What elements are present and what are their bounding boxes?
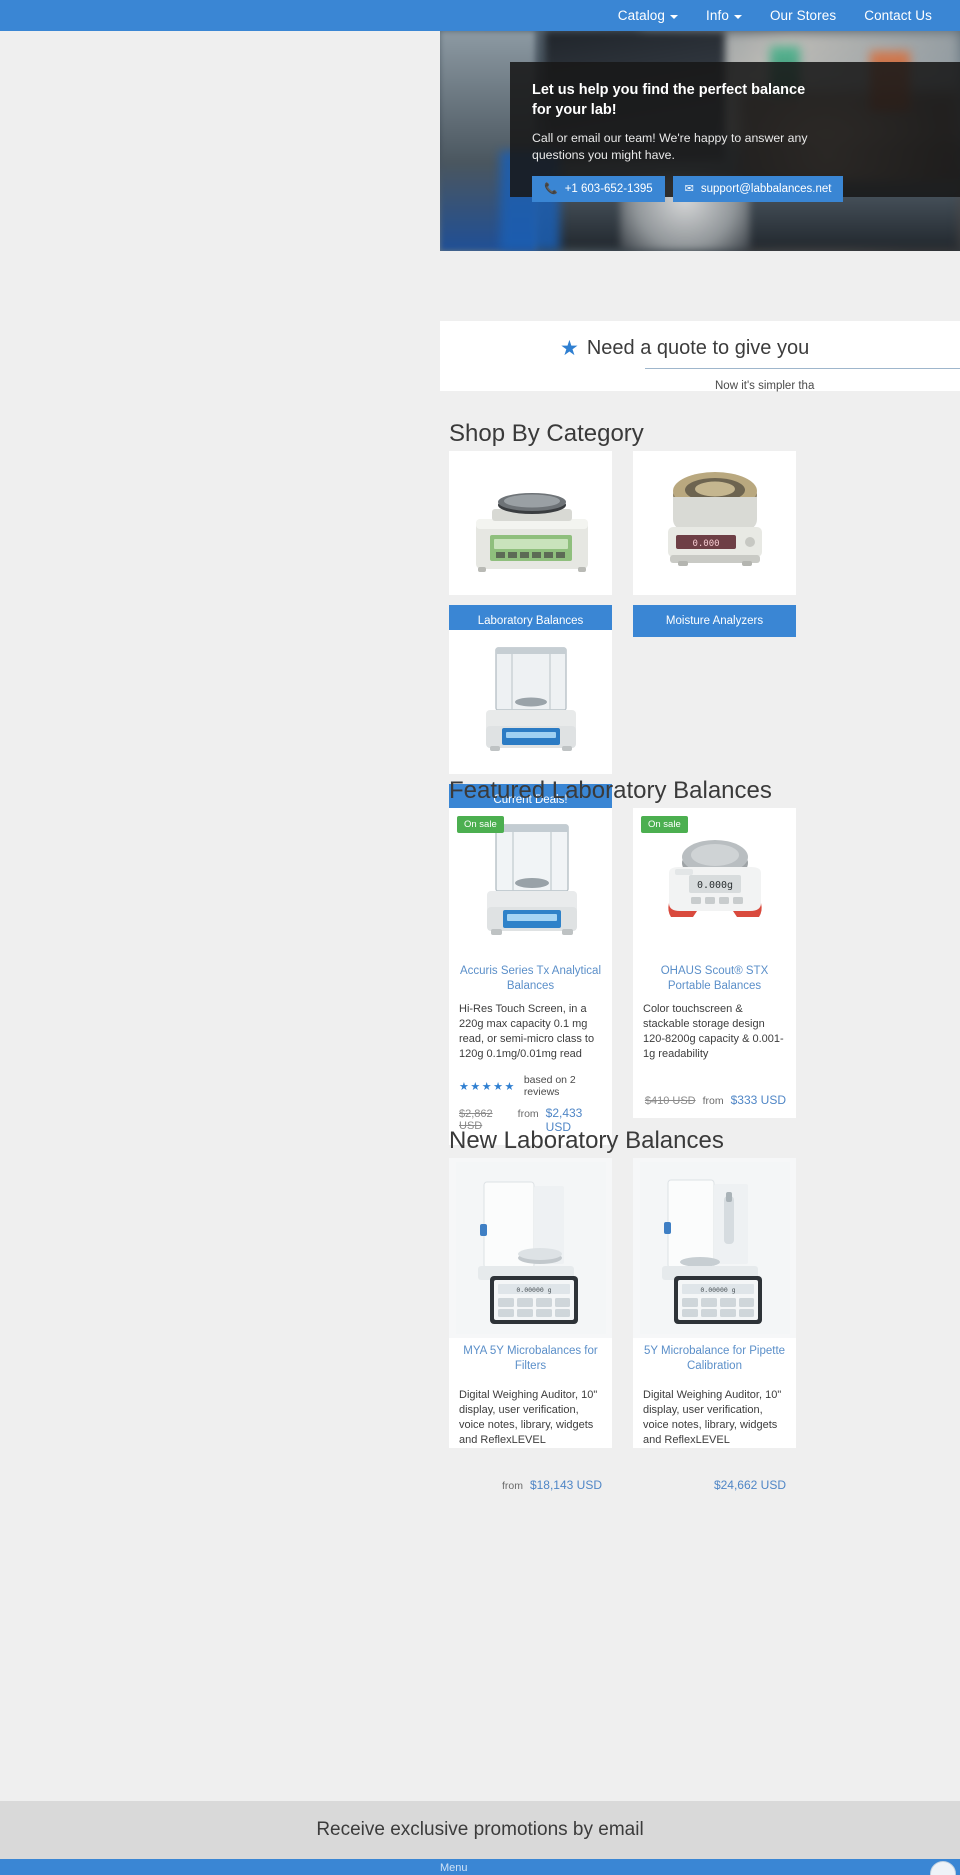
price-current: $18,143 USD [529, 1478, 602, 1492]
svg-text:0.00000 g: 0.00000 g [700, 1286, 735, 1294]
bottom-bar [0, 1859, 960, 1875]
newsletter-heading: Receive exclusive promotions by email [316, 1819, 644, 1840]
hero-subtitle: Call or email our team! We're happy to a… [532, 131, 808, 162]
star-rating-icon: ★★★★★ [459, 1080, 516, 1093]
product-card-5y-pipette[interactable]: 0.00000 g 5Y Microbalance for Pipette Ca… [633, 1158, 796, 1492]
phone-button[interactable]: 📞 +1 603-652-1395 [532, 176, 665, 202]
featured-section-title: Featured Laboratory Balances [449, 777, 772, 804]
new-products-section-title: New Laboratory Balances [449, 1127, 724, 1154]
5y-pipette-microbalance-photo: 0.00000 g [633, 1158, 796, 1338]
product-card-mya-5y[interactable]: 0.00000 g MYA 5Y Microbalances for Filte… [449, 1158, 612, 1492]
product-title[interactable]: MYA 5Y Microbalances for Filters [449, 1338, 612, 1374]
top-nav-items: Catalog Info Our Stores Contact Us [618, 8, 960, 23]
price-prefix: from [702, 1095, 724, 1107]
quote-subtext: Now it's simpler tha [715, 380, 815, 392]
product-title[interactable]: OHAUS Scout® STX Portable Balances [633, 958, 796, 994]
nav-item-our-stores-label: Our Stores [769, 8, 837, 23]
analytical-balance-photo [449, 630, 612, 774]
price-current: $24,662 USD [713, 1478, 786, 1492]
category-label: Moisture Analyzers [665, 615, 764, 627]
svg-text:0.000: 0.000 [692, 539, 719, 549]
nav-item-contact-us-label: Contact Us [864, 8, 932, 23]
nav-item-info-label: Info [706, 8, 729, 23]
product-title[interactable]: Accuris Series Tx Analytical Balances [449, 958, 612, 994]
product-description: Digital Weighing Auditor, 10" display, u… [459, 1389, 598, 1446]
phone-icon: 📞 [544, 182, 558, 195]
price-prefix: from [501, 1480, 523, 1492]
newsletter-section: Receive exclusive promotions by email [0, 1801, 960, 1859]
price-original: $410 USD [644, 1095, 696, 1107]
star-icon: ★ [560, 337, 579, 360]
product-price-row: $410 USD from $333 USD [633, 1085, 796, 1118]
hero-contact-card: Let us help you find the perfect balance… [510, 62, 960, 202]
svg-text:0.000g: 0.000g [696, 880, 732, 891]
product-rating-row: ★★★★★ based on 2 reviews [449, 1062, 612, 1098]
email-button[interactable]: ✉ support@labbalances.net [672, 176, 844, 202]
chevron-down-icon [733, 14, 742, 19]
product-description: Digital Weighing Auditor, 10" display, u… [643, 1389, 782, 1446]
precision-balance-photo [449, 451, 612, 595]
chevron-down-icon [670, 14, 679, 19]
hero-banner: Let us help you find the perfect balance… [440, 31, 960, 251]
review-count-label: based on 2 reviews [523, 1074, 576, 1098]
product-description: Hi-Res Touch Screen, in a 220g max capac… [459, 1003, 595, 1060]
envelope-icon: ✉ [684, 182, 694, 195]
category-card-moisture-analyzers[interactable]: 0.000 Moisture Analyzers [633, 451, 796, 637]
quote-divider [645, 368, 960, 369]
shop-by-category-title: Shop By Category [449, 420, 644, 447]
product-card-ohaus-scout-stx[interactable]: On sale 0.000g OHAUS Scout® STX Portable… [633, 808, 796, 1118]
category-card-laboratory-balances[interactable]: Laboratory Balances [449, 451, 612, 637]
nav-item-contact-us[interactable]: Contact Us [864, 8, 932, 23]
product-title[interactable]: 5Y Microbalance for Pipette Calibration [633, 1338, 796, 1374]
hero-button-group: 📞 +1 603-652-1395 ✉ support@labbalances.… [532, 176, 948, 202]
nav-item-our-stores[interactable]: Our Stores [770, 8, 836, 23]
phone-button-label: +1 603-652-1395 [564, 183, 653, 195]
product-description: Color touchscreen & stackable storage de… [643, 1003, 784, 1060]
price-current: $333 USD [730, 1093, 786, 1107]
mya-5y-microbalance-photo: 0.00000 g [449, 1158, 612, 1338]
quote-heading-row: ★ Need a quote to give you [440, 321, 960, 360]
category-button-moisture-analyzers[interactable]: Moisture Analyzers [633, 605, 796, 637]
product-rating-row [633, 1062, 796, 1085]
nav-item-catalog[interactable]: Catalog [617, 8, 679, 23]
moisture-analyzer-photo: 0.000 [633, 451, 796, 595]
status-badge: On sale [641, 816, 688, 833]
page-root: Catalog Info Our Stores Contact Us Let u… [0, 0, 960, 1875]
quote-heading: Need a quote to give you [586, 337, 810, 359]
nav-item-info[interactable]: Info [706, 8, 742, 23]
product-price-row: $24,662 USD [633, 1448, 796, 1503]
price-prefix: from [517, 1108, 539, 1120]
nav-item-catalog-label: Catalog [617, 8, 666, 23]
category-label: Laboratory Balances [477, 615, 584, 627]
top-navigation-bar: Catalog Info Our Stores Contact Us [0, 0, 960, 31]
email-button-label: support@labbalances.net [700, 183, 832, 195]
svg-text:0.00000 g: 0.00000 g [516, 1286, 551, 1294]
quote-banner: ★ Need a quote to give you Now it's simp… [440, 321, 960, 392]
bottom-bar-menu-label[interactable]: Menu [440, 1862, 468, 1874]
product-price-row: from $18,143 USD [449, 1448, 612, 1503]
hero-title: Let us help you find the perfect balance… [532, 82, 806, 118]
product-card-accuris-tx[interactable]: On sale Accuris Series Tx Analytical Bal… [449, 808, 612, 1145]
status-badge: On sale [457, 816, 504, 833]
